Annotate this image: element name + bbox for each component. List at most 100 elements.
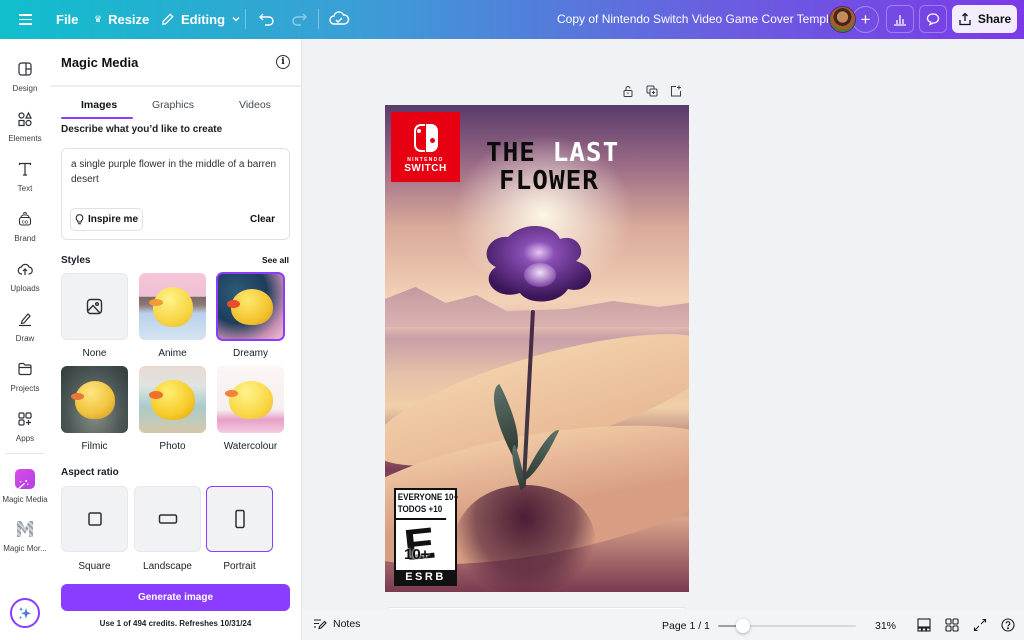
style-label: Filmic [81, 441, 108, 452]
zoom-slider-thumb[interactable] [736, 619, 751, 633]
rail-item-magic-media[interactable]: Magic Media [0, 463, 50, 509]
folder-icon [18, 362, 32, 376]
switch-mark-icon [411, 123, 441, 153]
page-toolbar [622, 85, 682, 97]
canvas-area: NINTENDO SWITCH THE LAST FLOWER EVERYONE… [302, 39, 1024, 613]
prompt-input[interactable]: a single purple flower in the middle of … [61, 148, 290, 240]
image-icon [86, 298, 103, 315]
cloud-check-icon[interactable] [326, 5, 352, 33]
aspect-square-button[interactable] [61, 486, 128, 552]
aspect-landscape-button[interactable] [134, 486, 201, 552]
fullscreen-icon[interactable] [973, 618, 987, 632]
comment-icon [926, 13, 940, 26]
rail-item-brand[interactable]: CO Brand [0, 203, 50, 249]
avatar[interactable] [829, 6, 856, 33]
document-title[interactable]: Copy of Nintendo Switch Video Game Cover… [557, 12, 845, 26]
prompt-label: Describe what you’d like to create [61, 124, 223, 135]
style-card-photo[interactable] [139, 366, 206, 433]
aspect-label: Landscape [143, 561, 192, 572]
file-menu-button[interactable]: File [48, 4, 86, 34]
magic-media-icon [15, 469, 35, 490]
draw-icon [19, 313, 31, 327]
tab-videos[interactable]: Videos [239, 99, 271, 111]
clear-button[interactable]: Clear [250, 214, 275, 225]
rail-item-text[interactable]: Text [0, 153, 50, 199]
panel-divider [50, 85, 301, 87]
style-card-filmic[interactable] [61, 366, 128, 433]
aspect-ratio-label: Aspect ratio [61, 467, 119, 478]
redo-icon[interactable] [286, 5, 312, 33]
editing-label: Editing [181, 11, 226, 27]
style-card-watercolour[interactable] [217, 366, 284, 433]
rail-item-draw[interactable]: Draw [0, 303, 50, 349]
divider [245, 9, 246, 29]
duck-beak [227, 300, 240, 308]
rail-item-magic-morph[interactable]: Magic Mor... [0, 513, 50, 559]
landscape-icon [158, 514, 177, 524]
assistant-button[interactable] [10, 598, 40, 628]
rating-symbol: E 10+ [396, 519, 455, 571]
zoom-slider[interactable] [718, 619, 856, 633]
analytics-button[interactable] [886, 5, 914, 33]
comment-button[interactable] [919, 5, 947, 33]
generate-image-button[interactable]: Generate image [61, 584, 290, 611]
resize-button[interactable]: ♛ Resize [86, 4, 157, 34]
style-card-anime[interactable] [139, 273, 206, 340]
analytics-icon [894, 15, 906, 26]
shapes-icon [18, 111, 32, 127]
styles-label: Styles [61, 255, 91, 266]
rail-item-elements[interactable]: Elements [0, 103, 50, 149]
prompt-text[interactable]: a single purple flower in the middle of … [71, 157, 281, 187]
editing-mode-button[interactable]: Editing [152, 4, 249, 34]
undo-icon[interactable] [254, 5, 280, 33]
aspect-portrait-button[interactable] [206, 486, 273, 552]
lock-icon[interactable] [622, 85, 634, 97]
info-icon[interactable]: i [276, 55, 290, 69]
tab-images[interactable]: Images [81, 99, 117, 111]
esrb-rating-badge: EVERYONE 10+ TODOS +10 E 10+ ESRB [394, 488, 458, 586]
help-icon[interactable] [1001, 618, 1015, 632]
square-icon [87, 512, 102, 526]
rail-item-projects[interactable]: Projects [0, 353, 50, 399]
menu-icon[interactable] [14, 8, 38, 30]
style-card-none[interactable] [61, 273, 128, 340]
page-view-icon[interactable] [917, 618, 931, 632]
rail-item-design[interactable]: Design [0, 53, 50, 99]
top-bar: File ♛ Resize Editing Copy of Nintendo S… [0, 0, 1024, 39]
magic-morph-icon [17, 521, 33, 537]
share-button[interactable]: Share [952, 5, 1017, 33]
duck-image [75, 381, 115, 419]
style-label: Watercolour [223, 441, 278, 452]
rail-label: Design [12, 84, 38, 93]
grid-view-icon[interactable] [945, 618, 959, 632]
game-cover-page[interactable]: NINTENDO SWITCH THE LAST FLOWER EVERYONE… [385, 105, 689, 592]
style-label: Dreamy [232, 348, 268, 359]
add-page-icon[interactable] [670, 85, 682, 97]
divider [318, 9, 319, 29]
see-all-link[interactable]: See all [262, 255, 289, 265]
panel-title: Magic Media [61, 55, 139, 70]
credits-info: Use 1 of 494 credits. Refreshes 10/31/24 [99, 619, 252, 628]
duplicate-page-icon[interactable] [646, 85, 658, 97]
notes-button[interactable]: Notes [313, 618, 360, 630]
tab-graphics[interactable]: Graphics [152, 99, 194, 111]
rail-label: Magic Media [2, 495, 48, 504]
purple-flower [486, 225, 592, 302]
style-label: Photo [159, 441, 186, 452]
brand-icon: CO [18, 211, 32, 226]
rail-item-uploads[interactable]: Uploads [0, 253, 50, 299]
style-card-dreamy[interactable] [216, 272, 285, 341]
aspect-label: Portrait [223, 561, 256, 572]
rail-label: Projects [10, 384, 40, 393]
inspire-me-label: Inspire me [87, 214, 139, 225]
inspire-me-button[interactable]: Inspire me [70, 208, 143, 231]
plus-icon[interactable]: + [852, 6, 879, 33]
notes-icon [314, 619, 327, 630]
bottom-bar: Notes Page 1 / 1 31% [302, 609, 1024, 640]
rail-item-apps[interactable]: Apps [0, 403, 50, 449]
sparkle-icon [19, 607, 31, 619]
aspect-label: Square [78, 561, 111, 572]
page-indicator[interactable]: Page 1 / 1 [662, 620, 710, 632]
chevron-down-icon [232, 17, 240, 22]
zoom-percent[interactable]: 31% [875, 620, 896, 632]
